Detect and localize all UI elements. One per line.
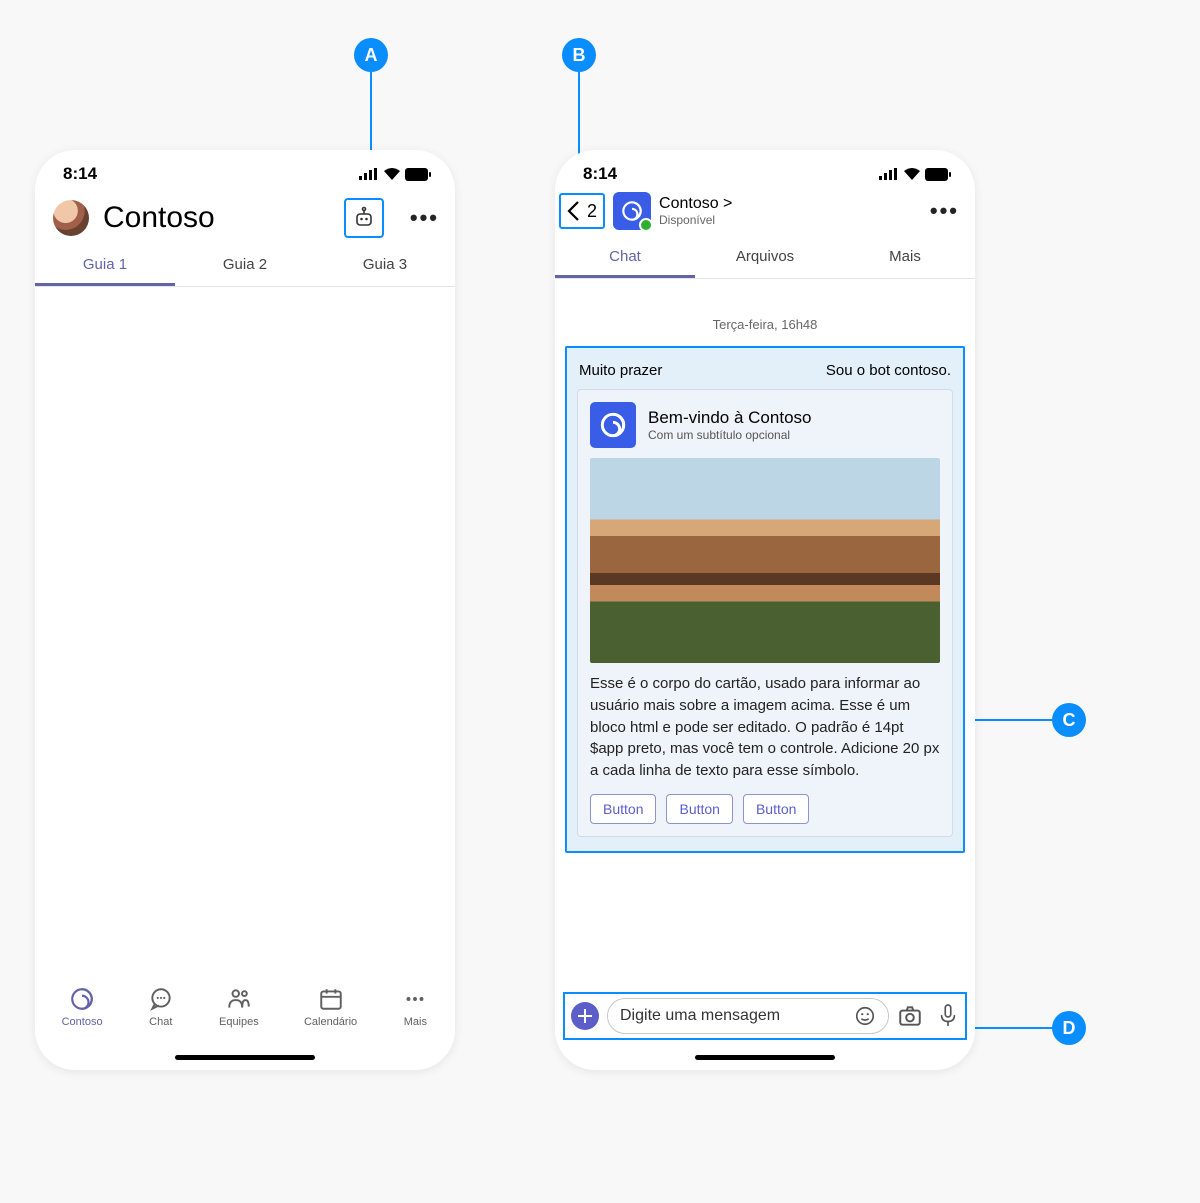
tabs-right: Chat Arquivos Mais bbox=[555, 236, 975, 279]
bot-icon bbox=[352, 206, 376, 230]
bot-name: Contoso > bbox=[659, 195, 922, 213]
chat-area: Terça-feira, 16h48 Muito prazer Sou o bo… bbox=[555, 279, 975, 959]
more-button[interactable]: ••• bbox=[930, 198, 959, 224]
tab-guia2[interactable]: Guia 2 bbox=[175, 244, 315, 286]
chat-icon bbox=[148, 986, 174, 1012]
mic-icon[interactable] bbox=[937, 1003, 959, 1029]
nav-label: Calendário bbox=[304, 1016, 357, 1028]
card-body: Esse é o corpo do cartão, usado para inf… bbox=[590, 673, 940, 782]
compose-input[interactable]: Digite uma mensagem bbox=[607, 998, 889, 1034]
teams-icon bbox=[226, 986, 252, 1012]
bot-avatar[interactable] bbox=[613, 192, 651, 230]
card-subtitle: Com um subtítulo opcional bbox=[648, 428, 811, 442]
more-icon bbox=[402, 986, 428, 1012]
swirl-icon bbox=[597, 409, 629, 441]
bot-button[interactable] bbox=[344, 198, 384, 238]
home-indicator bbox=[175, 1055, 315, 1060]
nav-contoso[interactable]: Contoso bbox=[62, 986, 103, 1028]
tab-guia1[interactable]: Guia 1 bbox=[35, 244, 175, 286]
plus-icon bbox=[577, 1008, 593, 1024]
nav-label: Chat bbox=[149, 1016, 172, 1028]
chat-timestamp: Terça-feira, 16h48 bbox=[565, 289, 965, 346]
tabs-left: Guia 1 Guia 2 Guia 3 bbox=[35, 244, 455, 287]
status-bar: 8:14 bbox=[35, 150, 455, 190]
bot-status: Disponível bbox=[659, 213, 922, 227]
compose-bar: Digite uma mensagem bbox=[563, 992, 967, 1040]
callout-c: C bbox=[1052, 703, 1086, 737]
back-button[interactable]: 2 bbox=[559, 193, 605, 229]
nav-chat[interactable]: Chat bbox=[148, 986, 174, 1028]
status-icons bbox=[359, 168, 431, 181]
more-button[interactable]: ••• bbox=[410, 205, 439, 231]
callout-a: A bbox=[354, 38, 388, 72]
battery-icon bbox=[405, 168, 431, 181]
status-time: 8:14 bbox=[63, 164, 97, 184]
status-icons bbox=[879, 168, 951, 181]
nav-label: Contoso bbox=[62, 1016, 103, 1028]
emoji-icon[interactable] bbox=[854, 1005, 876, 1027]
msg-text-right: Sou o bot contoso. bbox=[826, 362, 951, 379]
msg-text-left: Muito prazer bbox=[579, 362, 662, 379]
wifi-icon bbox=[904, 168, 920, 180]
nav-label: Equipes bbox=[219, 1016, 259, 1028]
card-button-1[interactable]: Button bbox=[590, 794, 656, 824]
wifi-icon bbox=[384, 168, 400, 180]
status-bar: 8:14 bbox=[555, 150, 975, 190]
header-left: Contoso ••• bbox=[35, 190, 455, 244]
camera-icon[interactable] bbox=[897, 1003, 923, 1029]
compose-add-button[interactable] bbox=[571, 1002, 599, 1030]
callout-line-d bbox=[975, 1027, 1053, 1029]
message-card: Muito prazer Sou o bot contoso. Bem-vind… bbox=[565, 346, 965, 853]
card-button-2[interactable]: Button bbox=[666, 794, 732, 824]
callout-line-c bbox=[975, 719, 1053, 721]
card-button-3[interactable]: Button bbox=[743, 794, 809, 824]
header-right: 2 Contoso > Disponível ••• bbox=[555, 190, 975, 236]
calendar-icon bbox=[318, 986, 344, 1012]
card-title: Bem-vindo à Contoso bbox=[648, 408, 811, 428]
presence-available-icon bbox=[639, 218, 653, 232]
back-count: 2 bbox=[587, 201, 597, 222]
swirl-icon bbox=[69, 986, 95, 1012]
tab-mais[interactable]: Mais bbox=[835, 236, 975, 278]
phone-frame-left: 8:14 Contoso ••• Guia 1 Guia 2 Guia 3 Co… bbox=[35, 150, 455, 1070]
tab-guia3[interactable]: Guia 3 bbox=[315, 244, 455, 286]
tab-arquivos[interactable]: Arquivos bbox=[695, 236, 835, 278]
card-image bbox=[590, 458, 940, 663]
phone-frame-right: 8:14 2 Contoso > Disponível ••• Chat Arq… bbox=[555, 150, 975, 1070]
signal-icon bbox=[359, 168, 379, 180]
callout-d: D bbox=[1052, 1011, 1086, 1045]
nav-mais[interactable]: Mais bbox=[402, 986, 428, 1028]
status-time: 8:14 bbox=[583, 164, 617, 184]
nav-calendario[interactable]: Calendário bbox=[304, 986, 357, 1028]
compose-placeholder: Digite uma mensagem bbox=[620, 1007, 780, 1025]
adaptive-card: Bem-vindo à Contoso Com um subtítulo opc… bbox=[577, 389, 953, 837]
card-logo bbox=[590, 402, 636, 448]
battery-icon bbox=[925, 168, 951, 181]
tab-chat[interactable]: Chat bbox=[555, 236, 695, 278]
signal-icon bbox=[879, 168, 899, 180]
user-avatar[interactable] bbox=[53, 200, 89, 236]
chevron-left-icon bbox=[563, 197, 585, 225]
home-indicator bbox=[695, 1055, 835, 1060]
nav-equipes[interactable]: Equipes bbox=[219, 986, 259, 1028]
app-title: Contoso bbox=[103, 201, 330, 235]
bottom-nav: Contoso Chat Equipes Calendário Mais bbox=[35, 978, 455, 1048]
nav-label: Mais bbox=[404, 1016, 427, 1028]
callout-b: B bbox=[562, 38, 596, 72]
